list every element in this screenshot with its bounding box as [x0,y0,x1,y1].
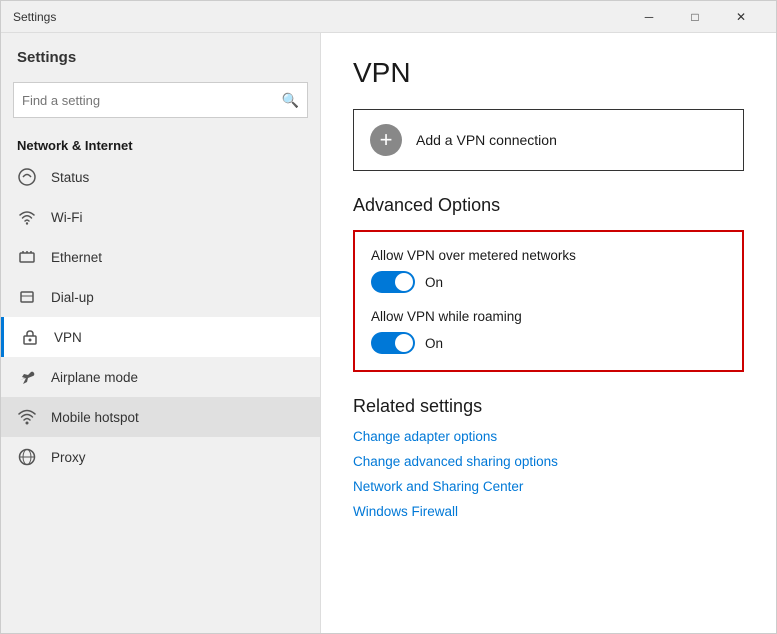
toggle-row-roaming: Allow VPN while roaming On [371,309,726,354]
toggle-switch-roaming[interactable] [371,332,415,354]
ethernet-icon [17,247,37,267]
toggle-control-metered: On [371,271,726,293]
sidebar-item-label-dialup: Dial-up [51,290,94,305]
toggle-label-metered: Allow VPN over metered networks [371,248,726,263]
maximize-button[interactable]: □ [672,1,718,33]
airplane-icon [17,367,37,387]
title-bar-title: Settings [13,10,56,24]
settings-window: Settings ─ □ ✕ Settings 🔍 Network & Inte… [0,0,777,634]
search-input[interactable] [22,93,282,108]
sidebar-item-airplane[interactable]: Airplane mode [1,357,320,397]
toggle-label-roaming: Allow VPN while roaming [371,309,726,324]
sidebar-item-label-vpn: VPN [54,330,82,345]
close-button[interactable]: ✕ [718,1,764,33]
vpn-icon [20,327,40,347]
advanced-options-heading: Advanced Options [353,195,744,216]
status-icon [17,167,37,187]
sidebar-header: Settings [1,33,320,74]
toggle-value-roaming: On [425,336,443,351]
toggle-switch-metered[interactable] [371,271,415,293]
title-bar: Settings ─ □ ✕ [1,1,776,33]
related-link-network-center[interactable]: Network and Sharing Center [353,479,744,494]
wifi-icon [17,207,37,227]
sidebar-item-wifi[interactable]: Wi-Fi [1,197,320,237]
sidebar: Settings 🔍 Network & Internet Status [1,33,321,633]
sidebar-item-label-wifi: Wi-Fi [51,210,82,225]
advanced-options-box: Allow VPN over metered networks On Allow… [353,230,744,372]
page-title: VPN [353,57,744,89]
sidebar-item-label-status: Status [51,170,89,185]
sidebar-item-hotspot[interactable]: Mobile hotspot [1,397,320,437]
related-link-sharing[interactable]: Change advanced sharing options [353,454,744,469]
section-label: Network & Internet [1,130,320,157]
search-box[interactable]: 🔍 [13,82,308,118]
sidebar-item-label-airplane: Airplane mode [51,370,138,385]
dialup-icon [17,287,37,307]
sidebar-item-label-hotspot: Mobile hotspot [51,410,139,425]
related-link-adapter[interactable]: Change adapter options [353,429,744,444]
sidebar-item-label-ethernet: Ethernet [51,250,102,265]
add-vpn-box[interactable]: + Add a VPN connection [353,109,744,171]
search-icon: 🔍 [282,92,299,109]
sidebar-item-dialup[interactable]: Dial-up [1,277,320,317]
toggle-control-roaming: On [371,332,726,354]
title-bar-controls: ─ □ ✕ [626,1,764,33]
sidebar-item-proxy[interactable]: Proxy [1,437,320,477]
sidebar-item-status[interactable]: Status [1,157,320,197]
main-content: VPN + Add a VPN connection Advanced Opti… [321,33,776,633]
toggle-row-metered: Allow VPN over metered networks On [371,248,726,293]
related-settings-heading: Related settings [353,396,744,417]
content-area: Settings 🔍 Network & Internet Status [1,33,776,633]
minimize-button[interactable]: ─ [626,1,672,33]
sidebar-item-ethernet[interactable]: Ethernet [1,237,320,277]
add-vpn-label: Add a VPN connection [416,132,557,148]
proxy-icon [17,447,37,467]
sidebar-item-vpn[interactable]: VPN [1,317,320,357]
plus-icon: + [370,124,402,156]
hotspot-icon [17,407,37,427]
sidebar-item-label-proxy: Proxy [51,450,86,465]
toggle-value-metered: On [425,275,443,290]
related-link-firewall[interactable]: Windows Firewall [353,504,744,519]
